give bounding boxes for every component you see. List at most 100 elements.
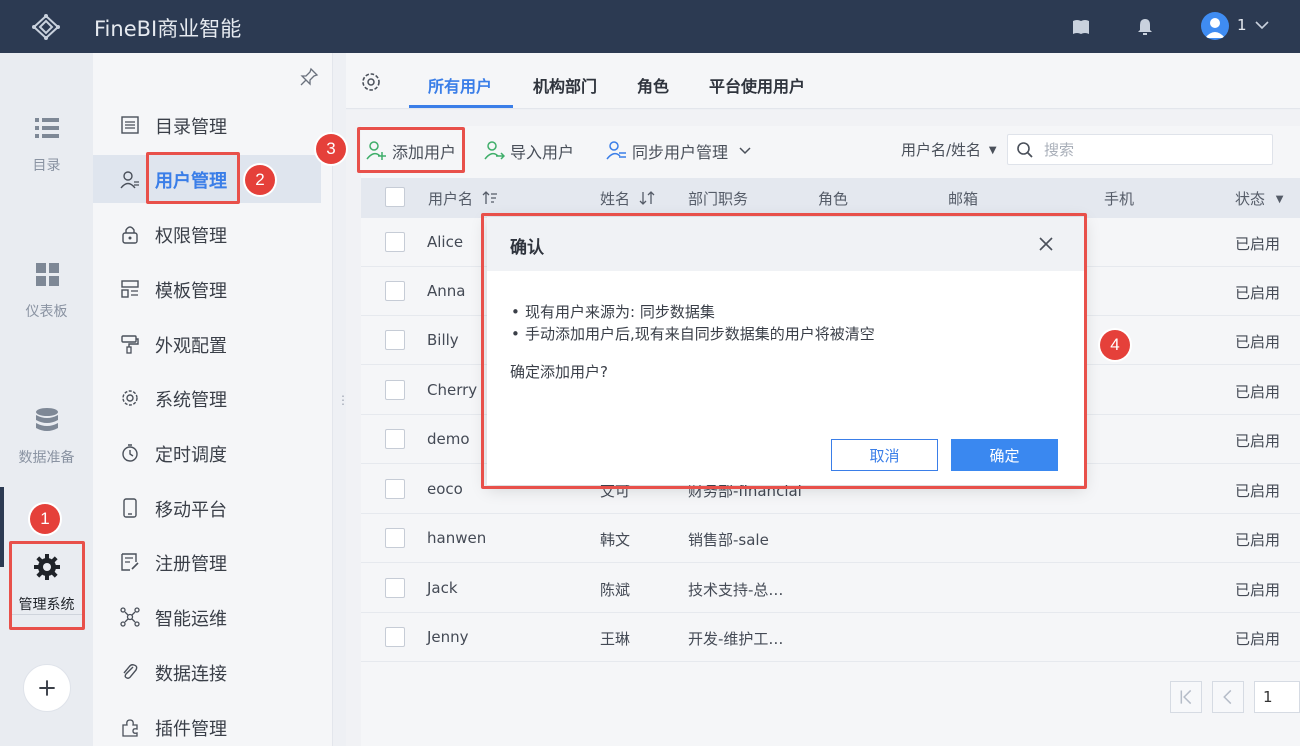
tab-platform-users[interactable]: 平台使用用户 (709, 73, 805, 97)
page-number-input[interactable]: 1 (1254, 681, 1300, 713)
avatar[interactable] (1201, 12, 1229, 40)
cell-status: 已启用 (1235, 333, 1281, 351)
prev-page-button[interactable] (1212, 681, 1244, 713)
rail-item-label: 数据准备 (18, 450, 75, 466)
table-row[interactable]: Jack 陈斌 技术支持-总… 已启用 (361, 564, 1300, 613)
sync-user-manage-label: 同步用户管理 (632, 143, 729, 162)
col-header-name[interactable]: 姓名 (600, 188, 655, 209)
highlight-user-manage (146, 152, 240, 204)
subnav-item-mobile[interactable]: 移动平台 (93, 484, 321, 532)
row-checkbox[interactable] (385, 528, 405, 548)
first-page-button[interactable] (1170, 681, 1202, 713)
table-row[interactable]: Jenny 王琳 开发-维护工… 已启用 (361, 613, 1300, 662)
lock-icon (122, 226, 138, 244)
panel-resize-handle[interactable]: ⋮⋮ (337, 393, 360, 413)
sync-user-manage-button[interactable]: 同步用户管理 (605, 137, 755, 163)
book-icon[interactable] (1070, 16, 1092, 38)
search-field-label: 用户名/姓名 (901, 141, 982, 159)
subnav-item-system[interactable]: 系统管理 (93, 374, 321, 422)
search-input[interactable] (1044, 139, 1264, 161)
cell-name: 韩文 (600, 531, 631, 549)
sort-asc-icon (482, 191, 497, 204)
col-label: 姓名 (600, 190, 631, 208)
row-checkbox[interactable] (385, 232, 405, 252)
cell-status: 已启用 (1235, 531, 1281, 549)
col-header-dept: 部门职务 (688, 190, 749, 208)
subnav-item-register[interactable]: 注册管理 (93, 538, 321, 586)
tab-departments[interactable]: 机构部门 (533, 73, 597, 97)
import-user-button[interactable]: 导入用户 (483, 137, 578, 163)
settings-icon[interactable] (359, 70, 383, 94)
database-icon (35, 408, 58, 431)
template-icon (121, 280, 139, 298)
subnav-label: 数据连接 (155, 664, 227, 685)
rail-item-catalog[interactable]: 目录 (0, 113, 93, 175)
search-box (1007, 134, 1273, 165)
subnav-label: 移动平台 (155, 500, 227, 521)
row-checkbox[interactable] (385, 429, 405, 449)
step-badge: 2 (245, 165, 275, 195)
tab-all-users[interactable]: 所有用户 (428, 73, 492, 97)
row-checkbox[interactable] (385, 627, 405, 647)
subnav-item-schedule[interactable]: 定时调度 (93, 429, 321, 477)
subnav-item-data-connection[interactable]: 数据连接 (93, 648, 321, 696)
col-header-status[interactable]: 状态 ▼ (1235, 188, 1284, 209)
subnav-item-template[interactable]: 模板管理 (93, 265, 321, 313)
rail-item-data-prep[interactable]: 数据准备 (0, 405, 93, 467)
subnav-label: 目录管理 (155, 117, 227, 138)
subnav-label: 注册管理 (155, 554, 227, 575)
chevron-down-icon[interactable] (1254, 17, 1270, 33)
caret-down-icon: ▼ (1275, 194, 1284, 205)
cell-username: Jenny (427, 628, 469, 646)
col-header-username[interactable]: 用户名 (428, 188, 498, 209)
settings-icon (122, 390, 138, 406)
subnav-item-appearance[interactable]: 外观配置 (93, 320, 321, 368)
col-header-phone: 手机 (1104, 190, 1135, 208)
row-checkbox[interactable] (385, 479, 405, 499)
cell-status: 已启用 (1235, 581, 1281, 599)
col-label: 状态 (1235, 190, 1266, 208)
cell-dept: 销售部-sale (688, 531, 769, 549)
highlight-confirm-dialog (481, 213, 1087, 489)
cell-username: Jack (427, 579, 458, 597)
subnav-label: 模板管理 (155, 281, 227, 302)
rail-item-label: 目录 (32, 158, 61, 174)
tab-roles[interactable]: 角色 (637, 73, 669, 97)
subnav-label: 智能运维 (155, 609, 227, 630)
pin-icon[interactable] (299, 67, 319, 87)
user-name[interactable]: 1 (1237, 16, 1247, 34)
chevron-down-icon (739, 147, 751, 155)
search-field-select[interactable]: 用户名/姓名 ▼ (901, 139, 997, 160)
table-row[interactable]: hanwen 韩文 销售部-sale 已启用 (361, 514, 1300, 563)
row-checkbox[interactable] (385, 281, 405, 301)
step-badge: 4 (1100, 330, 1130, 360)
subnav-item-ops[interactable]: 智能运维 (93, 593, 321, 641)
caret-down-icon: ▼ (988, 145, 997, 156)
plugin-icon (122, 719, 138, 737)
subnav-label: 插件管理 (155, 719, 227, 740)
subnav-label: 定时调度 (155, 445, 227, 466)
subnav-item-catalog[interactable]: 目录管理 (93, 101, 321, 149)
row-checkbox[interactable] (385, 380, 405, 400)
subnav-item-plugin[interactable]: 插件管理 (93, 703, 321, 746)
register-icon (121, 553, 139, 571)
import-user-label: 导入用户 (510, 143, 575, 162)
cell-dept: 开发-维护工… (688, 630, 784, 648)
cell-username: Billy (427, 331, 459, 349)
bell-icon[interactable] (1134, 16, 1156, 38)
rail-item-dashboard[interactable]: 仪表板 (0, 259, 93, 321)
cell-dept: 技术支持-总… (688, 581, 784, 599)
user-manage-icon (120, 171, 139, 189)
cell-username: Cherry (427, 381, 478, 399)
subnav-label: 系统管理 (155, 390, 227, 411)
highlight-admin-system (9, 541, 85, 630)
row-checkbox[interactable] (385, 578, 405, 598)
list-icon (34, 118, 59, 138)
subnav-item-permission[interactable]: 权限管理 (93, 210, 321, 258)
cell-status: 已启用 (1235, 383, 1281, 401)
col-label: 用户名 (428, 190, 474, 208)
select-all-checkbox[interactable] (385, 187, 405, 207)
cell-status: 已启用 (1235, 235, 1281, 253)
add-button[interactable] (23, 664, 71, 712)
row-checkbox[interactable] (385, 330, 405, 350)
